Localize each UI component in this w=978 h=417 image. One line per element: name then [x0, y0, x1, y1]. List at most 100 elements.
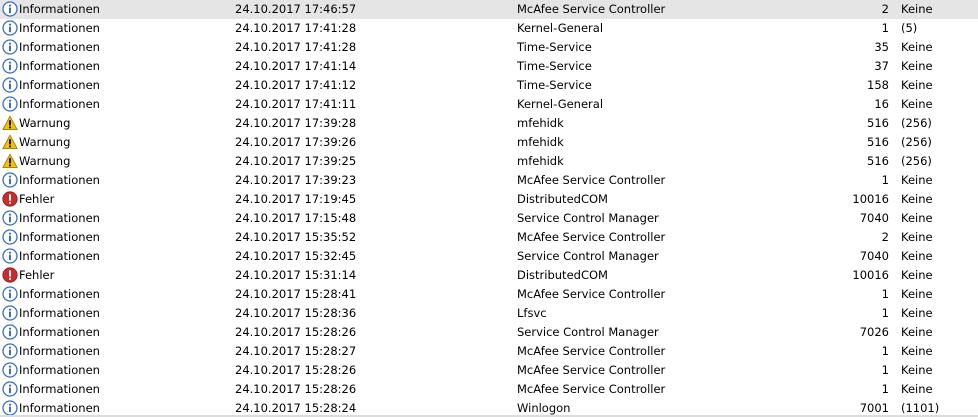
- event-row[interactable]: Informationen 24.10.2017 15:28:27 McAfee S…: [0, 342, 978, 361]
- info-icon: [2, 324, 18, 340]
- event-datetime: 24.10.2017 17:46:57: [235, 2, 357, 16]
- event-row[interactable]: Informationen 24.10.2017 15:32:45 Service …: [0, 247, 978, 266]
- event-source: Kernel-General: [517, 97, 604, 111]
- event-task-category: Keine: [901, 382, 933, 396]
- event-task-category: Keine: [901, 173, 933, 187]
- event-datetime: 24.10.2017 17:41:28: [235, 40, 357, 54]
- event-row[interactable]: Informationen 24.10.2017 17:41:12 Time-Ser…: [0, 76, 978, 95]
- event-level: Informationen: [19, 363, 100, 377]
- event-row[interactable]: Warnung 24.10.2017 17:39:25 mfehidk 516 (256…: [0, 152, 978, 171]
- event-id: 10016: [852, 268, 889, 282]
- event-row[interactable]: Informationen 24.10.2017 17:46:57 McAfee S…: [0, 0, 978, 19]
- event-datetime: 24.10.2017 17:39:28: [235, 116, 357, 130]
- event-level: Informationen: [19, 382, 100, 396]
- event-datetime: 24.10.2017 15:28:26: [235, 325, 357, 339]
- event-source: McAfee Service Controller: [517, 287, 666, 301]
- event-row[interactable]: Informationen 24.10.2017 15:28:26 McAfee S…: [0, 361, 978, 380]
- event-id: 2: [881, 230, 889, 244]
- event-task-category: Keine: [901, 249, 933, 263]
- info-icon: [2, 381, 18, 397]
- event-row[interactable]: Informationen 24.10.2017 17:41:11 Kernel-G…: [0, 95, 978, 114]
- info-icon: [2, 362, 18, 378]
- event-row[interactable]: Informationen 24.10.2017 17:41:28 Time-Ser…: [0, 38, 978, 57]
- error-icon: [2, 191, 18, 207]
- event-task-category: Keine: [901, 2, 933, 16]
- event-rows: Informationen 24.10.2017 17:46:57 McAfee S…: [0, 0, 978, 417]
- event-id: 7040: [859, 211, 889, 225]
- event-datetime: 24.10.2017 17:41:12: [235, 78, 357, 92]
- event-id: 35: [874, 40, 889, 54]
- warning-icon: [2, 134, 18, 150]
- event-level: Fehler: [19, 192, 55, 206]
- event-id: 1: [881, 287, 889, 301]
- event-datetime: 24.10.2017 15:28:36: [235, 306, 357, 320]
- event-datetime: 24.10.2017 17:41:28: [235, 21, 357, 35]
- event-id: 7040: [859, 249, 889, 263]
- event-source: Service Control Manager: [517, 249, 659, 263]
- info-icon: [2, 286, 18, 302]
- info-icon: [2, 58, 18, 74]
- event-row[interactable]: Informationen 24.10.2017 17:41:28 Kernel-G…: [0, 19, 978, 38]
- event-source: DistributedCOM: [517, 268, 608, 282]
- event-row[interactable]: Informationen 24.10.2017 17:15:48 Service …: [0, 209, 978, 228]
- info-icon: [2, 400, 18, 416]
- event-row[interactable]: Informationen 24.10.2017 15:28:26 Service …: [0, 323, 978, 342]
- event-datetime: 24.10.2017 17:15:48: [235, 211, 357, 225]
- event-source: Time-Service: [517, 78, 592, 92]
- event-task-category: Keine: [901, 306, 933, 320]
- event-row[interactable]: Informationen 24.10.2017 15:28:26 McAfee S…: [0, 380, 978, 399]
- event-row[interactable]: Informationen 24.10.2017 15:35:52 McAfee S…: [0, 228, 978, 247]
- event-row[interactable]: Warnung 24.10.2017 17:39:26 mfehidk 516 (256…: [0, 133, 978, 152]
- event-id: 1: [881, 21, 889, 35]
- event-level: Informationen: [19, 173, 100, 187]
- event-row[interactable]: Informationen 24.10.2017 17:41:14 Time-Ser…: [0, 57, 978, 76]
- event-source: Time-Service: [517, 40, 592, 54]
- event-datetime: 24.10.2017 15:28:26: [235, 363, 357, 377]
- event-level: Informationen: [19, 21, 100, 35]
- event-id: 1: [881, 344, 889, 358]
- event-datetime: 24.10.2017 15:32:45: [235, 249, 357, 263]
- event-source: mfehidk: [517, 154, 564, 168]
- event-task-category: Keine: [901, 230, 933, 244]
- event-level: Fehler: [19, 268, 55, 282]
- info-icon: [2, 96, 18, 112]
- event-id: 10016: [852, 192, 889, 206]
- info-icon: [2, 20, 18, 36]
- event-datetime: 24.10.2017 17:39:23: [235, 173, 357, 187]
- event-level: Informationen: [19, 78, 100, 92]
- event-source: McAfee Service Controller: [517, 2, 666, 16]
- event-id: 37: [874, 59, 889, 73]
- event-source: Service Control Manager: [517, 325, 659, 339]
- event-level: Warnung: [19, 116, 71, 130]
- event-row[interactable]: Informationen 24.10.2017 15:28:36 Lfsvc 1 Ke…: [0, 304, 978, 323]
- warning-icon: [2, 115, 18, 131]
- event-datetime: 24.10.2017 17:41:11: [235, 97, 357, 111]
- event-task-category: Keine: [901, 192, 933, 206]
- event-source: McAfee Service Controller: [517, 230, 666, 244]
- event-level: Warnung: [19, 154, 71, 168]
- event-row[interactable]: Fehler 24.10.2017 15:31:14 DistributedCOM 1…: [0, 266, 978, 285]
- event-level: Informationen: [19, 97, 100, 111]
- info-icon: [2, 77, 18, 93]
- event-source: McAfee Service Controller: [517, 344, 666, 358]
- event-source: mfehidk: [517, 116, 564, 130]
- event-level: Informationen: [19, 211, 100, 225]
- event-id: 1: [881, 382, 889, 396]
- event-level: Informationen: [19, 40, 100, 54]
- warning-icon: [2, 153, 18, 169]
- event-row[interactable]: Warnung 24.10.2017 17:39:28 mfehidk 516 (256…: [0, 114, 978, 133]
- event-datetime: 24.10.2017 17:39:26: [235, 135, 357, 149]
- event-row[interactable]: Fehler 24.10.2017 17:19:45 DistributedCOM 1…: [0, 190, 978, 209]
- event-id: 1: [881, 306, 889, 320]
- event-task-category: (5): [901, 21, 918, 35]
- event-row[interactable]: Informationen 24.10.2017 15:28:41 McAfee S…: [0, 285, 978, 304]
- event-task-category: Keine: [901, 59, 933, 73]
- event-level: Informationen: [19, 59, 100, 73]
- event-source: McAfee Service Controller: [517, 363, 666, 377]
- event-level: Warnung: [19, 135, 71, 149]
- info-icon: [2, 343, 18, 359]
- event-row[interactable]: Informationen 24.10.2017 17:39:23 McAfee S…: [0, 171, 978, 190]
- event-datetime: 24.10.2017 15:28:27: [235, 344, 357, 358]
- event-task-category: (256): [901, 116, 932, 130]
- info-icon: [2, 229, 18, 245]
